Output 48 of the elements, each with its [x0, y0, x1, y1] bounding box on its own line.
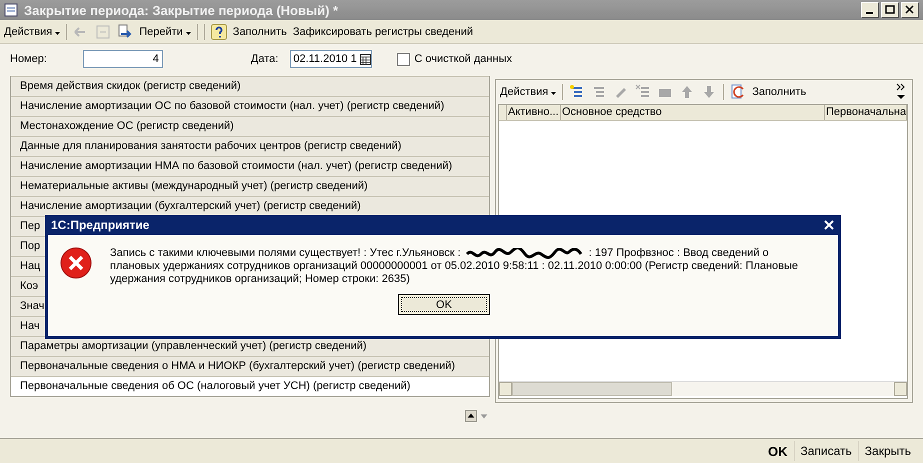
register-tab[interactable]: Данные для планирования занятости рабочих центров (регистр сведений): [11, 136, 489, 156]
close-icon[interactable]: [901, 2, 919, 18]
form-icon: [4, 3, 18, 17]
checkbox-label: С очисткой данных: [414, 53, 512, 65]
dialog-title: 1С:Предприятие: [51, 218, 150, 232]
toolbar-button[interactable]: Заполнить: [232, 26, 287, 38]
register-tab[interactable]: Время действия скидок (регистр сведений): [11, 76, 489, 96]
refresh-icon[interactable]: [730, 84, 746, 100]
calendar-icon[interactable]: [360, 54, 372, 64]
footer-button[interactable]: OK: [762, 441, 794, 461]
horizontal-scrollbar[interactable]: [499, 381, 907, 396]
caret-icon: [186, 32, 191, 34]
register-tab[interactable]: Местонахождение ОС (регистр сведений): [11, 116, 489, 136]
error-icon: [60, 247, 92, 279]
footer-button[interactable]: Записать: [794, 441, 858, 461]
register-tab[interactable]: Начисление амортизации НМА по базовой стоимости (нал. учет) (регистр сведений): [11, 156, 489, 176]
toolbar-button[interactable]: Заполнить: [752, 86, 806, 98]
footer-button[interactable]: Закрыть: [858, 441, 917, 461]
checkbox[interactable]: [397, 52, 410, 66]
register-tab[interactable]: Начисление амортизации (бухгалтерский учет) (регистр сведений): [11, 196, 489, 216]
menu-button[interactable]: Перейти: [139, 26, 191, 38]
help-icon[interactable]: [210, 24, 227, 40]
maximize-icon[interactable]: [881, 2, 899, 18]
error-message: : 197 Профвзнос : Ввод сведений о: [588, 247, 769, 260]
column-header[interactable]: Активно...: [507, 105, 561, 120]
register-tab[interactable]: Нематериальные активы (международный учет) (регистр сведений): [11, 176, 489, 196]
close-icon[interactable]: [824, 220, 834, 230]
overflow-icon[interactable]: [896, 82, 906, 102]
menu-button[interactable]: Действия: [500, 86, 556, 98]
document-arrow-icon[interactable]: [117, 24, 134, 40]
field-label: Номер:: [10, 53, 47, 65]
minimize-icon[interactable]: [861, 2, 879, 18]
error-message: Запись с такими ключевыми полями существует! : Утес г.Ульяновск :: [110, 247, 461, 260]
error-message: плановых удержаниях сотрудников организаций 00000000001 от 05.02.2010 9:58:11 : 02.11.2010 0:00:00 (Регистр сведений: Плановые удержания сотрудников организаций; Номер строки: 2635): [110, 260, 800, 286]
caret-icon: [55, 32, 60, 34]
date-field[interactable]: 02.11.2010 1: [290, 50, 372, 68]
caret-icon: [551, 92, 556, 95]
menu-button[interactable]: Действия: [4, 26, 60, 38]
ok-button[interactable]: OK: [398, 294, 490, 315]
column-header[interactable]: Основное средство: [561, 105, 825, 120]
register-tab[interactable]: Начисление амортизации ОС по базовой стоимости (нал. учет) (регистр сведений): [11, 96, 489, 116]
window-title: Закрытие периода: Закрытие периода (Новый) *: [24, 2, 340, 18]
register-tab[interactable]: Первоначальные сведения об ОС (налоговый учет УСН) (регистр сведений): [11, 376, 489, 396]
column-header[interactable]: Первоначальна: [825, 105, 907, 120]
toolbar-button[interactable]: Зафиксировать регистры сведений: [292, 26, 474, 38]
field-label: Дата:: [250, 53, 278, 65]
register-tab[interactable]: Первоначальные сведения о НМА и НИОКР (бухгалтерский учет) (регистр сведений): [11, 356, 489, 376]
number-field[interactable]: 4: [82, 50, 163, 68]
